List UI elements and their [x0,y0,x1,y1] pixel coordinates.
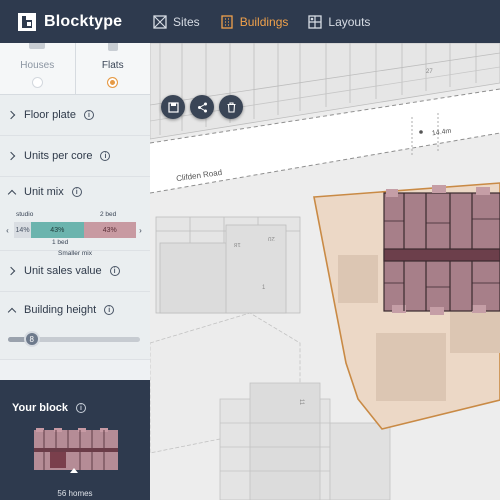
share-icon [197,102,207,112]
two-bed-segment[interactable]: 43% [83,222,136,238]
building-height-header[interactable]: Building height i [0,292,150,328]
delete-icon [227,101,235,113]
nav-sites[interactable]: Sites [153,15,200,29]
section-title: Unit mix [24,186,64,198]
your-block-title: Your block [12,402,69,414]
section-title: Units per core [24,150,93,162]
building-height-slider[interactable]: 8 [8,331,140,347]
section-units-per-core[interactable]: Units per core i [0,136,150,177]
top-bar: Blocktype Sites Buildings Layouts [0,0,500,43]
block-preview [34,428,118,473]
chevron-right-icon [6,266,16,276]
nav-layouts-label: Layouts [328,14,371,29]
save-icon [167,101,179,113]
your-block-panel: Your block i 56 homes [0,380,150,500]
flats-radio[interactable] [107,77,119,88]
section-title: Unit sales value [24,265,102,277]
nav-sites-label: Sites [173,14,200,29]
brand[interactable]: Blocktype [0,12,150,32]
one-bed-label: 1 bed [52,239,69,246]
building-type-switch: Houses Flats [0,43,150,95]
section-floor-plate[interactable]: Floor plate i [0,95,150,136]
info-icon[interactable]: i [109,266,120,276]
nav-buildings[interactable]: Buildings [220,14,289,29]
info-icon[interactable]: i [71,187,82,197]
buildings-icon [221,14,233,29]
plot-number: 1 [262,285,266,291]
section-building-height: Building height i 8 [0,292,150,360]
type-option-label: Houses [20,60,55,71]
share-button[interactable] [190,95,214,119]
blocktype-logo-icon [18,12,36,31]
info-icon[interactable]: i [104,305,115,315]
type-option-houses[interactable]: Houses [0,43,75,94]
houses-radio[interactable] [31,77,43,88]
chevron-right-icon [6,110,16,120]
sites-icon [153,14,167,29]
slider-thumb[interactable]: 8 [23,331,40,347]
mix-next-button[interactable]: › [136,224,145,236]
studio-segment[interactable]: 14% [14,222,32,238]
delete-button[interactable] [219,95,243,119]
unit-mix-header[interactable]: Unit mix i [0,177,150,207]
flat-block [383,185,500,315]
unit-mix-bar[interactable]: 14% 43% 43% [14,222,136,238]
chevron-down-icon [7,307,17,316]
section-unit-sales-value[interactable]: Unit sales value i [0,251,150,292]
type-option-label: Flats [101,60,124,71]
one-bed-segment[interactable]: 43% [31,222,84,238]
your-block-header: Your block i [0,380,150,414]
mix-caption: Smaller mix [58,250,92,257]
info-icon[interactable]: i [83,110,94,120]
studio-label: studio [16,211,34,218]
homes-count: 56 homes [57,489,93,498]
plot-number: 11 [298,398,305,406]
layouts-icon [308,14,323,29]
unit-mix-control: studio 2 bed ‹ 14% 43% 43% › 1 bed Small… [2,211,148,257]
section-title: Floor plate [24,109,76,121]
info-icon[interactable]: i [76,403,87,413]
flats-thumbnail-icon [107,43,118,51]
info-icon[interactable]: i [100,151,111,161]
chevron-down-icon [7,189,17,198]
nav-buildings-label: Buildings [239,14,289,29]
house-thumbnail-icon [29,43,46,49]
nav-layouts[interactable]: Layouts [308,15,370,29]
plot-number: 20 [268,235,275,241]
save-button[interactable] [161,95,185,119]
mix-prev-button[interactable]: ‹ [3,224,12,236]
section-unit-mix: Unit mix i studio 2 bed ‹ 14% 43% 43% › … [0,177,150,257]
main-nav: Sites Buildings Layouts [153,15,370,29]
sidebar: Houses Flats Floor plate i Units per cor… [0,43,150,500]
chevron-right-icon [6,151,16,161]
two-bed-label: 2 bed [100,211,117,218]
plot-number: 27 [426,69,433,75]
type-option-flats[interactable]: Flats [74,43,151,94]
app-name: Blocktype [44,12,123,30]
site-map[interactable]: Clifden Road 14.4m 13 27 18 20 1 11 [150,43,500,500]
plot-number: 18 [234,241,241,247]
section-title: Building height [24,304,97,316]
